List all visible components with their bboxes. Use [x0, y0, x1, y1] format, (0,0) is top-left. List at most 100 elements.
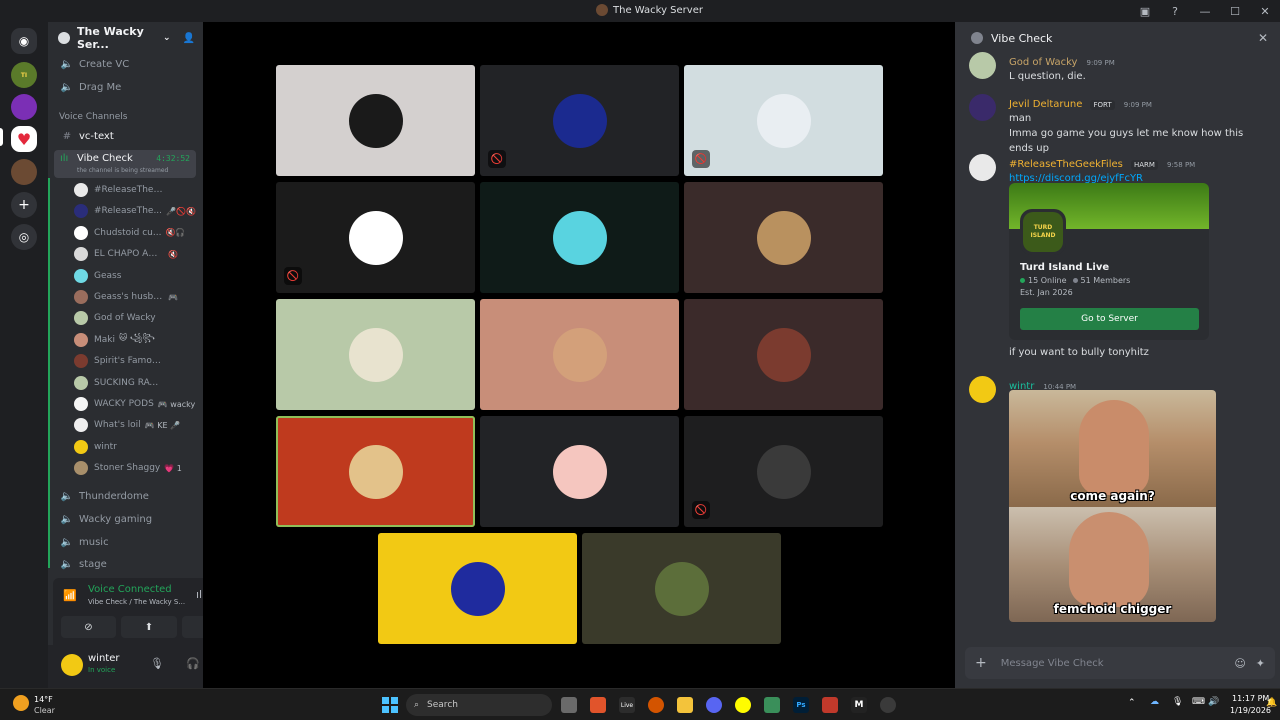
channel-vibe-check[interactable]: ılı Vibe Check 4:32:52 the channel is be…: [54, 150, 196, 178]
participant-tile[interactable]: [480, 299, 679, 410]
avatar[interactable]: [74, 332, 88, 347]
participant-tile[interactable]: [684, 182, 883, 293]
notification-bell-icon[interactable]: 🔔: [1266, 698, 1277, 708]
server-icon-revolution[interactable]: [11, 94, 37, 120]
avatar[interactable]: [74, 354, 88, 369]
avatar[interactable]: [74, 461, 88, 476]
participant-tile[interactable]: [276, 416, 475, 527]
volume-icon[interactable]: 🔊: [1208, 697, 1219, 707]
server-icon-turd-island[interactable]: TI: [11, 62, 37, 88]
voice-user[interactable]: Stoner Shaggy 💗 1: [74, 458, 196, 478]
close-window-button[interactable]: ✕: [1250, 0, 1280, 22]
participant-tile[interactable]: [684, 299, 883, 410]
add-attachment-icon[interactable]: +: [975, 655, 987, 671]
voice-user[interactable]: God of Wacky: [74, 308, 196, 328]
participant-tile[interactable]: 🚫: [684, 416, 883, 527]
channel-stage[interactable]: 🔈 stage: [54, 554, 199, 574]
message-author[interactable]: God of Wacky: [1009, 57, 1077, 68]
avatar[interactable]: [74, 183, 88, 197]
voice-status[interactable]: Voice Connected: [88, 584, 172, 595]
channel-thunderdome[interactable]: 🔈 Thunderdome: [54, 486, 199, 506]
gallery-icon[interactable]: [764, 697, 780, 713]
avatar[interactable]: [74, 397, 88, 411]
emoji-icon[interactable]: ☺: [1234, 657, 1245, 670]
avatar[interactable]: [74, 375, 88, 390]
brave-browser-icon[interactable]: [590, 697, 606, 713]
channel-create-vc[interactable]: 🔈 Create VC: [54, 54, 199, 74]
participant-tile[interactable]: [582, 533, 781, 644]
voice-user[interactable]: EL CHAPO ANIM... 🔇: [74, 244, 196, 264]
voice-user[interactable]: Maki 🐱 ꧁꧂: [74, 330, 196, 350]
add-server-icon[interactable]: +: [11, 192, 37, 218]
avatar[interactable]: [74, 418, 88, 433]
channel-wacky-gaming[interactable]: 🔈 Wacky gaming: [54, 509, 199, 529]
onedrive-icon[interactable]: ☁: [1150, 697, 1159, 707]
tray-chevron-icon[interactable]: ⌃: [1128, 698, 1136, 708]
discord-home-icon[interactable]: ◉: [11, 28, 37, 54]
microphone-icon[interactable]: 🎙: [150, 657, 164, 670]
voice-user[interactable]: SUCKING RAVEN'S T...: [74, 373, 196, 393]
screen-share-button[interactable]: ⬆: [121, 616, 177, 638]
start-icon[interactable]: [382, 697, 398, 713]
meme-image[interactable]: come again? femchoid chigger: [1009, 390, 1216, 622]
photoshop-icon[interactable]: Ps: [793, 697, 809, 713]
server-icon-other[interactable]: [11, 159, 37, 185]
avatar[interactable]: [74, 268, 88, 283]
category-voice-channels[interactable]: Voice Channels: [59, 112, 127, 122]
message-author[interactable]: #ReleaseTheGeekFiles: [1009, 159, 1123, 170]
avatar[interactable]: [74, 247, 88, 262]
participant-tile[interactable]: [276, 299, 475, 410]
close-chat-icon[interactable]: ✕: [1258, 31, 1268, 45]
avatar[interactable]: [969, 52, 996, 79]
task-view-icon[interactable]: [561, 697, 577, 713]
apps-icon[interactable]: ✦: [1256, 657, 1265, 670]
participant-tile[interactable]: [480, 182, 679, 293]
invite-people-icon[interactable]: 👤: [183, 33, 195, 44]
medal-icon[interactable]: M: [851, 697, 867, 713]
participant-tile[interactable]: [276, 65, 475, 176]
steam-icon[interactable]: [880, 697, 896, 713]
server-header[interactable]: The Wacky Ser... ⌄ 👤: [48, 22, 203, 54]
avatar[interactable]: [74, 311, 88, 326]
voice-user[interactable]: Chudstoid cu... 🔇🎧: [74, 223, 196, 243]
live-app-icon[interactable]: Live: [619, 697, 635, 713]
mic-tray-icon[interactable]: 🎙: [1172, 697, 1183, 707]
chevron-down-icon[interactable]: ⌄: [163, 33, 171, 43]
avatar[interactable]: [61, 654, 83, 676]
file-explorer-icon[interactable]: [677, 697, 693, 713]
avatar[interactable]: [969, 154, 996, 181]
avatar[interactable]: [74, 225, 88, 240]
network-icon[interactable]: ⌨: [1192, 697, 1205, 707]
inbox-icon[interactable]: ▣: [1130, 0, 1160, 22]
discord-taskbar-icon[interactable]: [706, 697, 722, 713]
server-icon-wacky[interactable]: ♥: [11, 126, 37, 152]
message-input[interactable]: + Message Vibe Check ☺ ✦: [965, 647, 1275, 679]
firefox-icon[interactable]: [648, 697, 664, 713]
voice-user[interactable]: #ReleaseThe... 🎤🚫🔇: [74, 201, 196, 221]
weather-icon[interactable]: [13, 695, 29, 711]
go-to-server-button[interactable]: Go to Server: [1020, 308, 1199, 330]
minimize-button[interactable]: —: [1190, 0, 1220, 22]
clock-date[interactable]: 1/19/2026: [1230, 706, 1271, 715]
help-icon[interactable]: ?: [1160, 0, 1190, 22]
avatar[interactable]: [969, 94, 996, 121]
discover-icon[interactable]: ◎: [11, 224, 37, 250]
participant-tile[interactable]: [378, 533, 577, 644]
channel-music[interactable]: 🔈 music: [54, 532, 199, 552]
channel-drag-me[interactable]: 🔈 Drag Me: [54, 77, 199, 97]
avatar[interactable]: [74, 439, 88, 454]
channel-vc-text[interactable]: # vc-text: [54, 126, 199, 146]
clock-time[interactable]: 11:17 PM: [1232, 694, 1269, 703]
avatar[interactable]: [74, 290, 88, 304]
snapchat-icon[interactable]: [735, 697, 751, 713]
voice-user[interactable]: Geass: [74, 266, 196, 286]
voice-user[interactable]: What's loil 🎮 KE 🎤: [74, 415, 196, 435]
camera-off-button[interactable]: ⊘: [61, 616, 116, 638]
voice-user[interactable]: #ReleaseTheGeekFiles: [74, 180, 196, 200]
taskbar-search[interactable]: ⌕ Search: [406, 694, 552, 716]
voice-user[interactable]: wintr: [74, 437, 196, 457]
app-icon[interactable]: [822, 697, 838, 713]
participant-tile[interactable]: 🚫: [276, 182, 475, 293]
avatar[interactable]: [74, 204, 88, 219]
voice-user[interactable]: Spirit's Famous Cousin: [74, 351, 196, 371]
